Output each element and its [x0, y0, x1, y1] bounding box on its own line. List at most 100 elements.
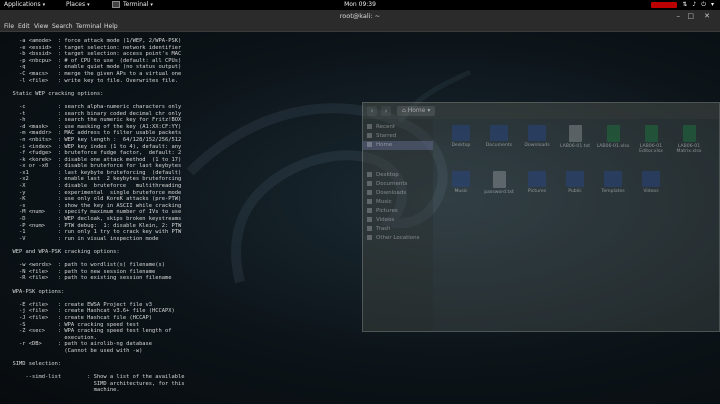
terminal-line: -m <maddr> : MAC address to filter usabl… — [18, 130, 182, 137]
terminal-line: WPA-PSK options: — [12, 288, 65, 295]
file-item[interactable]: Templates — [595, 171, 631, 194]
terminal-line: -x1 : last keybyte bruteforcing (default… — [18, 169, 182, 176]
window-title: root@kali: ~ — [339, 12, 381, 20]
maximize-icon[interactable]: □ — [687, 10, 694, 22]
file-item[interactable]: Downloads — [519, 125, 555, 148]
folder-icon — [367, 190, 372, 195]
clock-label[interactable]: Mon 09:39 — [344, 1, 376, 8]
file-item[interactable]: Music — [443, 171, 479, 194]
file-item-label: password.txt — [484, 190, 514, 195]
file-item-label: LAB06-01 Matrix.xlsx — [676, 144, 702, 155]
forward-icon[interactable]: › — [381, 106, 391, 116]
terminal-line: SIMD architectures, for this — [93, 380, 185, 387]
file-item[interactable]: LAB06-01.txt — [557, 125, 593, 149]
sidebar-item-other-locations[interactable]: Other Locations — [367, 234, 431, 243]
gnome-top-bar: Applications ▾ Places ▾ Terminal ▾ Mon 09:3… — [0, 0, 720, 10]
file-item-label: Videos — [643, 189, 659, 194]
terminal-line: -l <file> : write key to file. Overwrite… — [18, 77, 179, 84]
terminal-area[interactable]: -a <amode> : force attack mode (1/WEP, 2… — [0, 32, 720, 404]
terminal-line: -b <bssid> : target selection: access po… — [18, 51, 182, 58]
file-item[interactable]: Documents — [481, 125, 517, 148]
sidebar-item-home[interactable]: Home — [363, 141, 433, 150]
path-bar[interactable]: ⌂ Home ▾ — [397, 106, 436, 116]
file-item[interactable]: Desktop — [443, 125, 479, 148]
terminal-line: -i <index> : WEP key index (1 to 4), def… — [18, 143, 182, 150]
file-item-label: LAB06-01.txt — [559, 144, 591, 149]
minimize-icon[interactable]: – — [677, 10, 681, 22]
terminal-line: -J <file> : create Hashcat file (HCCAP) — [18, 314, 153, 321]
file-item-label: LAB06-01 Editor.xlsx — [639, 144, 663, 155]
power-icon: ⏻ — [701, 1, 706, 8]
menu-search[interactable]: Search — [52, 22, 73, 31]
file-item[interactable]: LAB06-01 Matrix.xlsx — [671, 125, 707, 155]
screen-record-indicator — [651, 2, 678, 8]
folder-icon — [452, 125, 470, 141]
sidebar-item-videos[interactable]: Videos — [367, 216, 431, 225]
menu-view[interactable]: View — [34, 22, 48, 31]
terminal-line: -w <words> : path to wordlist(s) filenam… — [18, 262, 166, 269]
text-file-icon — [568, 125, 582, 142]
file-item-label: Public — [568, 189, 582, 194]
sidebar-item-downloads[interactable]: Downloads — [367, 189, 431, 198]
path-label: Home — [407, 107, 426, 114]
terminal-line: -x or -x0 : disable bruteforce for last … — [18, 163, 182, 170]
clock: Mon 09:39 — [0, 0, 720, 10]
menu-edit[interactable]: Edit — [18, 22, 30, 31]
terminal-line: (Cannot be used with -w) — [64, 347, 143, 354]
menu-file[interactable]: File — [4, 22, 14, 31]
folder-icon — [367, 124, 372, 129]
sidebar-item-desktop[interactable]: Desktop — [367, 171, 431, 180]
sidebar-item-recent[interactable]: Recent — [367, 123, 431, 132]
sidebar-item-pictures[interactable]: Pictures — [367, 207, 431, 216]
terminal-line: -f <fudge> : bruteforce fudge factor, de… — [18, 150, 182, 157]
file-item[interactable]: LAB06-01 Editor.xlsx — [633, 125, 669, 155]
folder-icon — [367, 199, 372, 204]
back-icon[interactable]: ‹ — [367, 106, 377, 116]
terminal-title-bar[interactable]: root@kali: ~ – □ ✕ — [0, 10, 720, 22]
terminal-line: -K : use only old KoreK attacks (pre-PTW… — [18, 196, 182, 203]
folder-icon — [367, 235, 372, 240]
terminal-line: -e <essid> : target selection: network i… — [18, 44, 182, 51]
file-manager-toolbar: ‹ › ⌂ Home ▾ — [363, 103, 719, 119]
file-item-label: LAB06-01.xlsx — [596, 144, 630, 149]
file-item[interactable]: Videos — [633, 171, 669, 194]
sidebar-item-label: Trash — [376, 226, 391, 232]
folder-icon — [490, 125, 508, 141]
sidebar-item-documents[interactable]: Documents — [367, 180, 431, 189]
file-item[interactable]: Pictures — [519, 171, 555, 194]
terminal-line: -n <nbits> : WEP key length : 64/128/152… — [18, 136, 182, 143]
file-item-label: Downloads — [524, 143, 550, 148]
menu-terminal[interactable]: Terminal — [76, 22, 101, 31]
terminal-line: SIMD selection: — [12, 361, 62, 368]
terminal-line: -X : disable bruteforce multithreading — [18, 183, 182, 190]
folder-icon — [367, 217, 372, 222]
terminal-line: -s : show the key in ASCII while crackin… — [18, 202, 182, 209]
sidebar-item-trash[interactable]: Trash — [367, 225, 431, 234]
terminal-line: -1 : run only 1 try to crack key with PT… — [18, 229, 182, 236]
chevron-down-icon: ▾ — [425, 107, 431, 114]
terminal-line: -M <num> : specify maximum number of IVs… — [18, 209, 182, 216]
folder-icon — [642, 171, 660, 187]
file-manager-sidebar: Recent Starred Home Desktop Documents Downloa… — [363, 119, 433, 331]
terminal-line: machine. — [93, 387, 120, 394]
file-item[interactable]: LAB06-01.xlsx — [595, 125, 631, 149]
terminal-line: --simd-list : Show a list of the availab… — [25, 374, 185, 381]
terminal-line: -p <nbcpu> : # of CPU to use (default: a… — [18, 57, 182, 64]
spreadsheet-icon — [682, 125, 696, 142]
sidebar-item-label: Home — [376, 142, 393, 148]
menu-help[interactable]: Help — [104, 22, 118, 31]
file-manager-window[interactable]: ‹ › ⌂ Home ▾ Recent Starred Home Desktop Doc… — [362, 102, 720, 332]
file-item[interactable]: Public — [557, 171, 593, 194]
close-icon[interactable]: ✕ — [704, 10, 710, 22]
file-item[interactable]: password.txt — [481, 171, 517, 195]
folder-icon — [367, 172, 372, 177]
terminal-line: -P <num> : PTW debug: 1: disable Klein, … — [18, 222, 182, 229]
terminal-line: -a <amode> : force attack mode (1/WEP, 2… — [18, 38, 182, 44]
sidebar-item-music[interactable]: Music — [367, 198, 431, 207]
system-tray[interactable]: ⇅ ♪ ⏻ ▾ — [651, 0, 714, 10]
sidebar-item-starred[interactable]: Starred — [367, 132, 431, 141]
terminal-menu-bar: File Edit View Search Terminal Help — [0, 22, 720, 32]
terminal-line: -E <file> : create EWSA Project file v3 — [18, 301, 153, 308]
terminal-line: -y : experimental single bruteforce mode — [18, 189, 182, 196]
chevron-down-icon: ▾ — [710, 1, 714, 8]
